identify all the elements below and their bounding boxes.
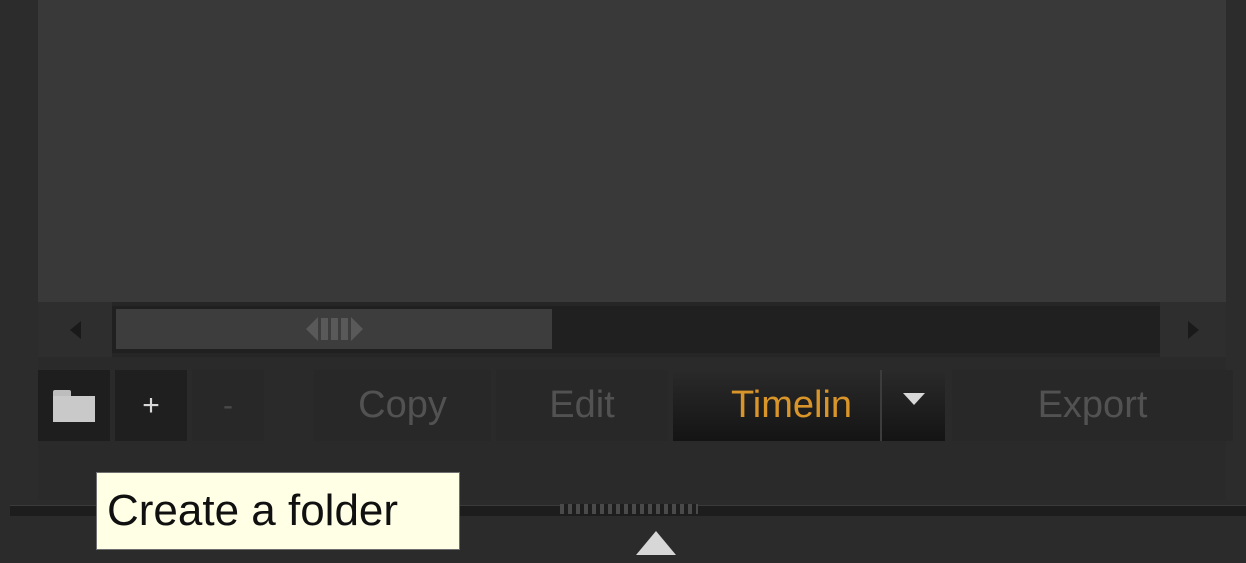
timeline-dropdown-button[interactable] <box>882 370 945 441</box>
horizontal-scrollbar[interactable] <box>38 302 1226 357</box>
edit-button[interactable]: Edit <box>496 370 668 441</box>
folder-icon <box>53 389 95 422</box>
remove-button[interactable]: - <box>192 370 264 441</box>
timeline-button[interactable]: Timelin <box>673 370 880 441</box>
app-root: + - Copy Edit Timelin Export Create a fo… <box>0 0 1246 563</box>
scroll-left-button[interactable] <box>38 302 112 357</box>
add-button[interactable]: + <box>115 370 187 441</box>
left-panel-edge <box>0 0 38 500</box>
tooltip: Create a folder <box>96 472 460 550</box>
bottom-toolbar: + - Copy Edit Timelin Export <box>38 370 1233 441</box>
browser-content-area[interactable] <box>38 0 1226 302</box>
scroll-right-button[interactable] <box>1160 302 1226 357</box>
splitter-grip-icon[interactable] <box>560 504 698 514</box>
export-button[interactable]: Export <box>952 370 1233 441</box>
create-folder-button[interactable] <box>38 370 110 441</box>
timeline-button-label: Timelin <box>731 384 853 426</box>
copy-button[interactable]: Copy <box>314 370 491 441</box>
expand-up-icon[interactable] <box>636 531 676 555</box>
scroll-thumb[interactable] <box>116 309 552 349</box>
chevron-down-icon <box>902 392 925 405</box>
grip-icon <box>305 317 363 341</box>
arrow-right-icon <box>1187 320 1199 339</box>
arrow-left-icon <box>69 320 81 339</box>
scroll-track[interactable] <box>112 306 1160 353</box>
